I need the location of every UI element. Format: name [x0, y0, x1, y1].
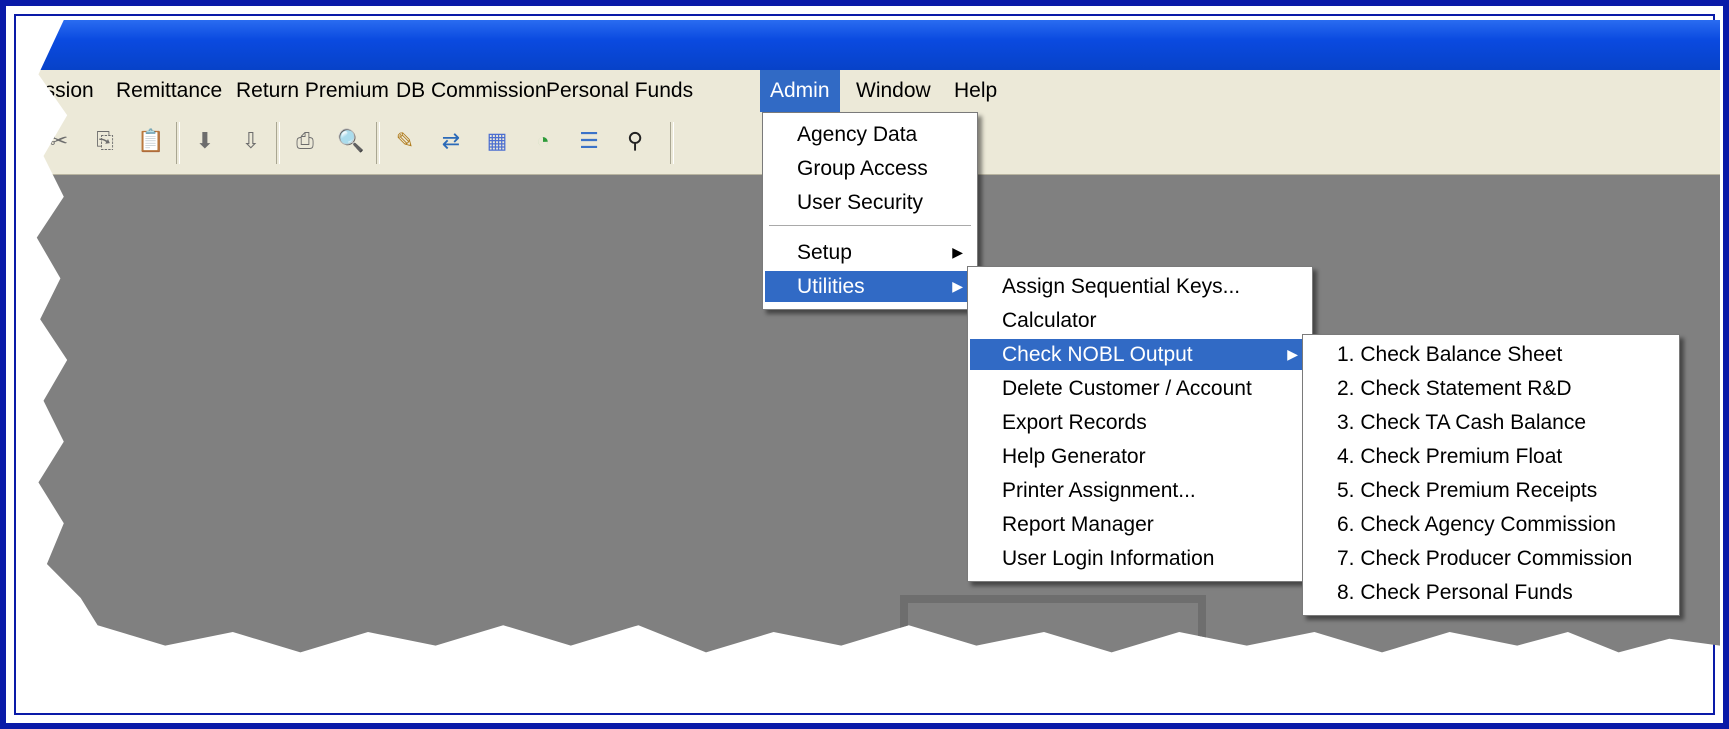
menu-item-check-balance-sheet[interactable]: 1. Check Balance Sheet	[1305, 339, 1677, 370]
menu-item-label: Setup	[797, 241, 852, 264]
menu-item-printer-assignment[interactable]: Printer Assignment...	[970, 475, 1310, 506]
copy-icon[interactable]: ⎘	[90, 126, 120, 156]
pie-chart-icon[interactable]: ◔	[528, 126, 558, 156]
calculator-icon[interactable]: ▦	[482, 126, 512, 156]
menu-item-check-premium-float[interactable]: 4. Check Premium Float	[1305, 441, 1677, 472]
menu-personal-funds[interactable]: Personal Funds	[536, 70, 703, 112]
toolbar-separator	[176, 122, 180, 164]
toolbar-separator	[670, 122, 674, 164]
menu-window[interactable]: Window	[846, 70, 941, 112]
menu-item-agency-data[interactable]: Agency Data	[765, 119, 975, 150]
menu-db-commission[interactable]: DB Commission	[386, 70, 557, 112]
menu-separator	[769, 225, 971, 226]
import-icon[interactable]: ⇩	[236, 126, 266, 156]
menu-item-delete-customer-account[interactable]: Delete Customer / Account	[970, 373, 1310, 404]
print-icon[interactable]: ⎙	[290, 126, 320, 156]
toolbar-separator	[276, 122, 280, 164]
menu-item-utilities[interactable]: Utilities ▶	[765, 271, 975, 302]
title-bar	[36, 20, 1720, 70]
transfer-icon[interactable]: ⇄	[436, 126, 466, 156]
menu-remittance[interactable]: Remittance	[106, 70, 232, 112]
menu-item-check-premium-receipts[interactable]: 5. Check Premium Receipts	[1305, 475, 1677, 506]
menu-item-check-producer-commission[interactable]: 7. Check Producer Commission	[1305, 543, 1677, 574]
menu-item-check-personal-funds[interactable]: 8. Check Personal Funds	[1305, 577, 1677, 608]
toolbar-separator	[376, 122, 380, 164]
menu-item-check-agency-commission[interactable]: 6. Check Agency Commission	[1305, 509, 1677, 540]
menu-return-premium[interactable]: Return Premium	[226, 70, 399, 112]
edit-document-icon[interactable]: ✎	[390, 126, 420, 156]
utilities-menu: Assign Sequential Keys... Calculator Che…	[967, 266, 1313, 582]
submenu-arrow-icon: ▶	[952, 244, 963, 260]
submenu-arrow-icon: ▶	[1287, 346, 1298, 362]
menu-item-check-statement-rd[interactable]: 2. Check Statement R&D	[1305, 373, 1677, 404]
find-icon[interactable]: ⚲	[620, 126, 650, 156]
admin-menu: Agency Data Group Access User Security S…	[762, 112, 978, 310]
menu-item-help-generator[interactable]: Help Generator	[970, 441, 1310, 472]
menu-help[interactable]: Help	[944, 70, 1007, 112]
menu-item-assign-sequential-keys[interactable]: Assign Sequential Keys...	[970, 271, 1310, 302]
menu-item-report-manager[interactable]: Report Manager	[970, 509, 1310, 540]
check-nobl-output-menu: 1. Check Balance Sheet 2. Check Statemen…	[1302, 334, 1680, 616]
menu-item-calculator[interactable]: Calculator	[970, 305, 1310, 336]
menu-item-export-records[interactable]: Export Records	[970, 407, 1310, 438]
print-preview-icon[interactable]: 🔍	[336, 126, 366, 156]
menu-item-user-security[interactable]: User Security	[765, 187, 975, 218]
menu-item-label: Utilities	[797, 275, 865, 298]
menu-bar: ission Remittance Return Premium DB Comm…	[36, 70, 1720, 112]
menu-item-user-login-information[interactable]: User Login Information	[970, 543, 1310, 574]
menu-admin[interactable]: Admin	[760, 70, 840, 112]
move-down-icon[interactable]: ⬇	[190, 126, 220, 156]
menu-item-setup[interactable]: Setup ▶	[765, 237, 975, 268]
paste-icon[interactable]: 📋	[136, 126, 166, 156]
menu-item-check-nobl-output[interactable]: Check NOBL Output ▶	[970, 339, 1310, 370]
list-icon[interactable]: ☰	[574, 126, 604, 156]
submenu-arrow-icon: ▶	[952, 278, 963, 294]
menu-item-group-access[interactable]: Group Access	[765, 153, 975, 184]
menu-item-check-ta-cash-balance[interactable]: 3. Check TA Cash Balance	[1305, 407, 1677, 438]
menu-item-label: Check NOBL Output	[1002, 343, 1193, 366]
